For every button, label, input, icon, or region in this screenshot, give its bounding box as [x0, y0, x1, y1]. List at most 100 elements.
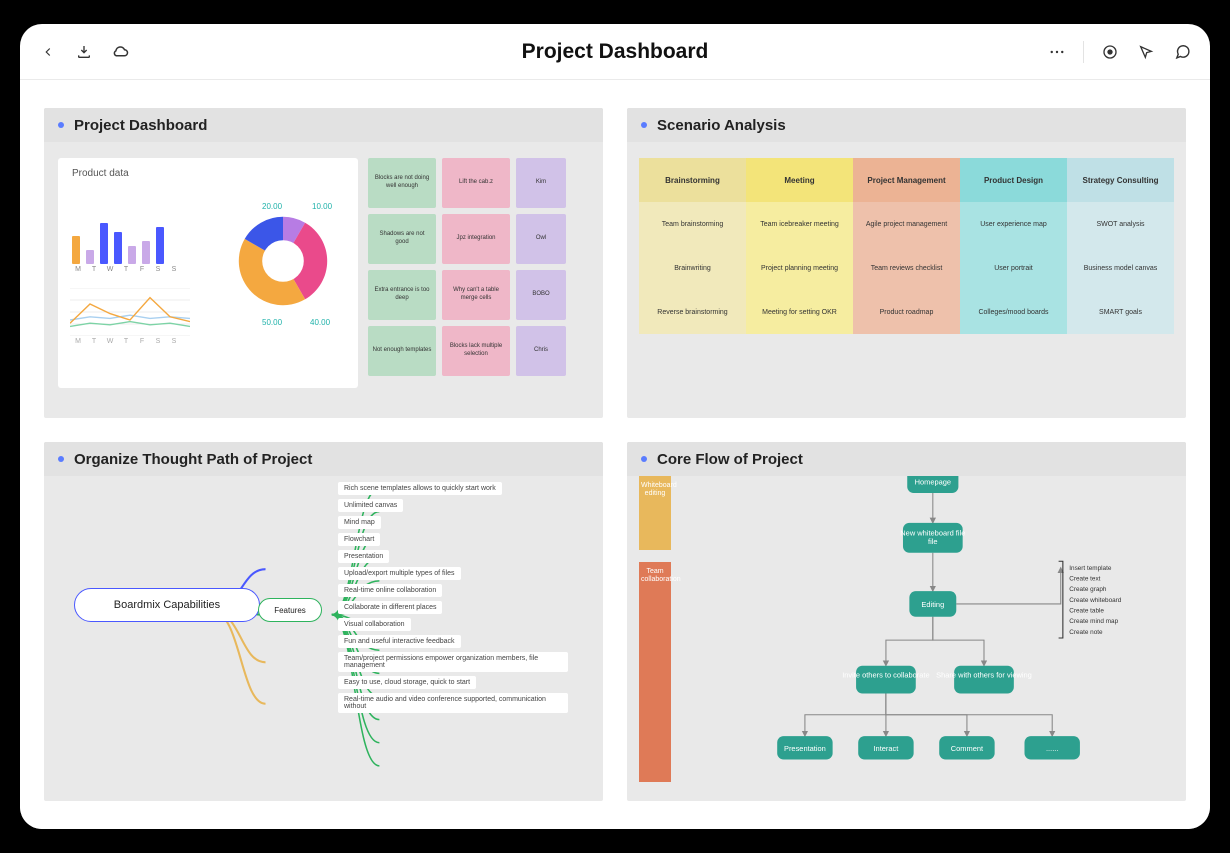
donut-label: 50.00	[262, 318, 282, 327]
panel-project-dashboard[interactable]: Project Dashboard Product data MTWTFSS M…	[44, 108, 603, 418]
mindmap-item[interactable]: Unlimited canvas	[338, 499, 403, 512]
panel-header: Organize Thought Path of Project	[44, 442, 603, 476]
download-icon[interactable]	[74, 42, 94, 62]
mindmap-item[interactable]: Real-time online collaboration	[338, 584, 442, 597]
mindmap-item[interactable]: Team/project permissions empower organiz…	[338, 652, 568, 672]
sticky-note[interactable]: Jpz integration	[442, 214, 510, 264]
line-chart-labels: MTWTFSS	[74, 338, 178, 345]
bullet-icon	[58, 122, 64, 128]
bar	[128, 246, 136, 264]
sticky-note[interactable]: Chris	[516, 326, 566, 376]
product-data-card[interactable]: Product data MTWTFSS MTWTFSS 20.00 10.00…	[58, 158, 358, 388]
sticky-note[interactable]: Not enough templates	[368, 326, 436, 376]
sticky-note[interactable]: Shadows are not good	[368, 214, 436, 264]
bar	[114, 232, 122, 264]
back-button[interactable]	[38, 42, 58, 62]
table-cell[interactable]: Product roadmap	[853, 290, 960, 334]
flow-side-label: Team collaboration	[639, 562, 671, 782]
donut-label: 40.00	[310, 318, 330, 327]
mindmap-item[interactable]: Visual collaboration	[338, 618, 411, 631]
bar	[156, 227, 164, 264]
mindmap-item[interactable]: Presentation	[338, 550, 389, 563]
table-header: Brainstorming	[639, 158, 746, 202]
table-cell[interactable]: SWOT analysis	[1067, 202, 1174, 246]
more-icon[interactable]	[1047, 42, 1067, 62]
table-cell[interactable]: Project planning meeting	[746, 246, 853, 290]
table-cell[interactable]: SMART goals	[1067, 290, 1174, 334]
svg-text:Create table: Create table	[1069, 607, 1104, 614]
panel-core-flow[interactable]: Core Flow of Project Whiteboard editing …	[627, 442, 1186, 801]
mindmap-item[interactable]: Fun and useful interactive feedback	[338, 635, 461, 648]
panel-thought-path[interactable]: Organize Thought Path of Project Boardmi…	[44, 442, 603, 801]
sticky-note[interactable]: Kim	[516, 158, 566, 208]
table-cell[interactable]: Team icebreaker meeting	[746, 202, 853, 246]
scenario-table[interactable]: BrainstormingMeetingProject ManagementPr…	[639, 158, 1174, 334]
mindmap-item[interactable]: Upload/export multiple types of files	[338, 567, 461, 580]
sticky-note[interactable]: Blocks lack multiple selection	[442, 326, 510, 376]
panel-title: Project Dashboard	[74, 117, 207, 134]
mindmap-item[interactable]: Easy to use, cloud storage, quick to sta…	[338, 676, 476, 689]
sticky-note[interactable]: Owl	[516, 214, 566, 264]
donut-label: 20.00	[262, 202, 282, 211]
panel-body: Product data MTWTFSS MTWTFSS 20.00 10.00…	[44, 142, 603, 418]
sticky-note[interactable]: Why can't a table merge cells	[442, 270, 510, 320]
table-cell[interactable]: Brainwriting	[639, 246, 746, 290]
app-window: Project Dashboard Project Dashboard	[20, 24, 1210, 829]
svg-text:Comment: Comment	[951, 744, 984, 753]
panel-header: Core Flow of Project	[627, 442, 1186, 476]
donut-chart: 20.00 10.00 40.00 50.00	[218, 196, 348, 356]
sticky-note[interactable]: BOBO	[516, 270, 566, 320]
bar-chart	[72, 218, 164, 264]
table-cell[interactable]: Colleges/mood boards	[960, 290, 1067, 334]
panel-header: Scenario Analysis	[627, 108, 1186, 142]
mindmap-item[interactable]: Flowchart	[338, 533, 380, 546]
table-cell[interactable]: Business model canvas	[1067, 246, 1174, 290]
bullet-icon	[641, 456, 647, 462]
mindmap-root-node[interactable]: Boardmix Capabilities	[74, 588, 260, 622]
cursor-icon[interactable]	[1136, 42, 1156, 62]
panel-scenario-analysis[interactable]: Scenario Analysis BrainstormingMeetingPr…	[627, 108, 1186, 418]
mindmap-feature-node[interactable]: Features	[258, 598, 322, 622]
svg-text:Create whiteboard: Create whiteboard	[1069, 597, 1122, 604]
svg-text:Share with others for viewing: Share with others for viewing	[936, 670, 1032, 679]
table-cell[interactable]: Meeting for setting OKR	[746, 290, 853, 334]
table-cell[interactable]: Reverse brainstorming	[639, 290, 746, 334]
flow-side-label: Whiteboard editing	[639, 476, 671, 550]
titlebar-right	[1047, 41, 1192, 63]
bar	[72, 236, 80, 264]
workspace[interactable]: Project Dashboard Product data MTWTFSS M…	[20, 80, 1210, 829]
sticky-note[interactable]: Extra entrance is too deep	[368, 270, 436, 320]
svg-text:Interact: Interact	[873, 744, 899, 753]
table-cell[interactable]: Agile project management	[853, 202, 960, 246]
table-cell[interactable]: User experience map	[960, 202, 1067, 246]
mindmap-item[interactable]: Rich scene templates allows to quickly s…	[338, 482, 502, 495]
bar	[100, 223, 108, 264]
svg-text:Create graph: Create graph	[1069, 586, 1107, 593]
chat-icon[interactable]	[1172, 42, 1192, 62]
table-header: Project Management	[853, 158, 960, 202]
mindmap-item[interactable]: Collaborate in different places	[338, 601, 442, 614]
panel-body: Boardmix Capabilities Features Rich scen…	[44, 476, 603, 801]
table-header: Strategy Consulting	[1067, 158, 1174, 202]
table-cell[interactable]: Team reviews checklist	[853, 246, 960, 290]
mindmap-item[interactable]: Real-time audio and video conference sup…	[338, 693, 568, 713]
sticky-note[interactable]: Blocks are not doing well enough	[368, 158, 436, 208]
svg-text:Presentation: Presentation	[784, 744, 826, 753]
cloud-icon[interactable]	[110, 42, 130, 62]
svg-text:file: file	[928, 537, 938, 546]
flowchart[interactable]: Homepage New whiteboard file file Editin…	[677, 476, 1178, 796]
product-data-label: Product data	[72, 168, 344, 179]
bar-chart-labels: MTWTFSS	[74, 266, 178, 273]
sticky-note[interactable]: Lift the cab.z	[442, 158, 510, 208]
panel-header: Project Dashboard	[44, 108, 603, 142]
mindmap-item[interactable]: Mind map	[338, 516, 381, 529]
table-cell[interactable]: Team brainstorming	[639, 202, 746, 246]
panel-title: Scenario Analysis	[657, 117, 786, 134]
table-cell[interactable]: User portrait	[960, 246, 1067, 290]
svg-text:Create note: Create note	[1069, 629, 1103, 636]
panel-title: Organize Thought Path of Project	[74, 451, 312, 468]
record-icon[interactable]	[1100, 42, 1120, 62]
panel-body: Whiteboard editing Team collaboration	[627, 476, 1186, 801]
line-chart	[70, 288, 190, 336]
flow-side-labels: Whiteboard editing Team collaboration	[639, 476, 671, 782]
